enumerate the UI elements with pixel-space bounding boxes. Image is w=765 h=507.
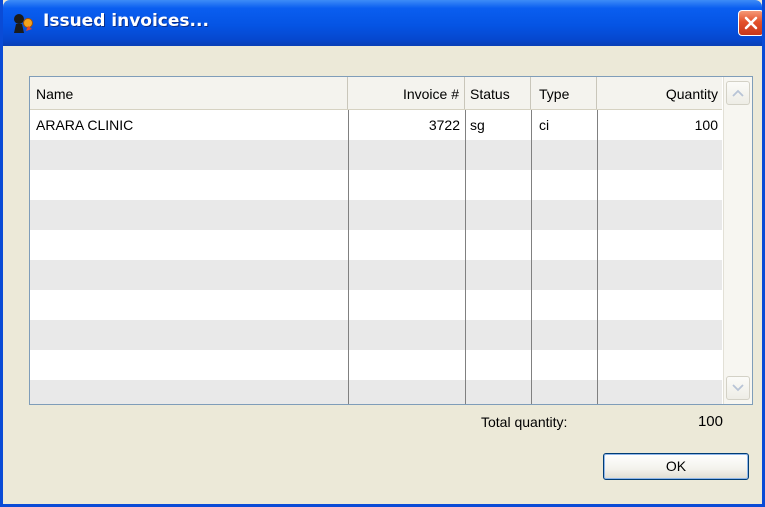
empty-row: [30, 350, 722, 380]
column-divider: [465, 110, 466, 404]
title-bar[interactable]: Issued invoices...: [3, 0, 762, 46]
empty-row: [30, 290, 722, 320]
total-quantity-label: Total quantity:: [481, 414, 568, 430]
invoice-list[interactable]: Name Invoice # Status Type Quantity ARAR…: [29, 76, 753, 405]
cell-status: sg: [470, 117, 485, 133]
empty-row: [30, 320, 722, 350]
ok-button[interactable]: OK: [603, 453, 749, 480]
column-header-quantity[interactable]: Quantity: [597, 77, 722, 109]
column-divider: [597, 110, 598, 404]
list-rows: ARARA CLINIC 3722 sg ci 100: [30, 110, 722, 404]
column-divider: [531, 110, 532, 404]
app-icon: [11, 12, 35, 34]
column-header-invoice[interactable]: Invoice #: [348, 77, 465, 109]
column-divider: [348, 110, 349, 404]
window-title: Issued invoices...: [43, 11, 209, 31]
vertical-scrollbar[interactable]: [723, 77, 752, 404]
empty-row: [30, 380, 722, 404]
column-header-name[interactable]: Name: [30, 77, 348, 109]
scroll-down-button[interactable]: [726, 376, 750, 400]
empty-row: [30, 170, 722, 200]
cell-name: ARARA CLINIC: [36, 117, 134, 133]
cell-invoice: 3722: [428, 117, 460, 133]
total-quantity-value: 100: [697, 413, 723, 430]
empty-row: [30, 200, 722, 230]
cell-quantity: 100: [694, 117, 718, 133]
column-header-type[interactable]: Type: [531, 77, 597, 109]
close-button[interactable]: [738, 10, 762, 36]
cell-type: ci: [539, 117, 550, 133]
column-header-status[interactable]: Status: [465, 77, 531, 109]
empty-row: [30, 230, 722, 260]
list-header: Name Invoice # Status Type Quantity: [30, 77, 722, 110]
table-row[interactable]: ARARA CLINIC 3722 sg ci 100: [30, 110, 722, 140]
empty-row: [30, 140, 722, 170]
dialog-window: Issued invoices... Name Invoice # Status…: [0, 0, 765, 507]
empty-row: [30, 260, 722, 290]
scroll-up-button[interactable]: [726, 81, 750, 105]
